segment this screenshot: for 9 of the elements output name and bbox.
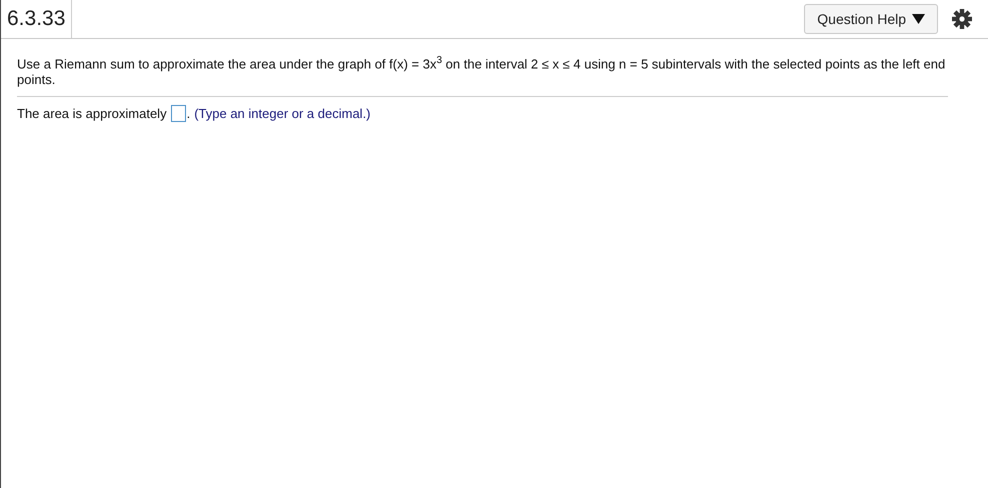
question-number: 6.3.33 xyxy=(1,0,72,38)
settings-icon[interactable] xyxy=(952,9,972,29)
question-text: Use a Riemann sum to approximate the area under the graph of f(x) = 3x$^{3}$ on the interval 2 ≤ x ≤ 4 using n = 5 subintervals with the selected points as the left end points. xyxy=(17,53,948,98)
question-help-button[interactable]: Question Help xyxy=(804,4,938,34)
period-text: . xyxy=(186,106,190,122)
caret-icon xyxy=(912,14,925,24)
answer-label: The area is approximately xyxy=(17,106,167,122)
answer-field[interactable] xyxy=(170,105,186,122)
answer-hint: (Type an integer or a decimal.) xyxy=(194,106,371,122)
